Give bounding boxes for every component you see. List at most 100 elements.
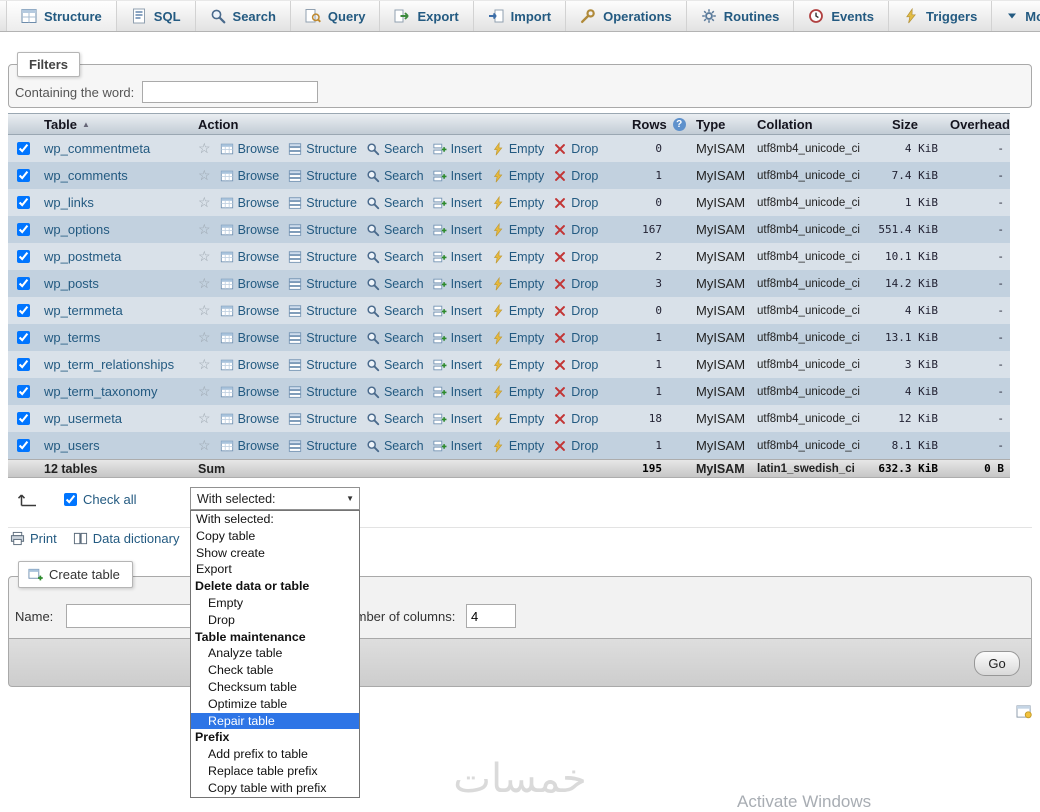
row-checkbox[interactable]	[17, 385, 30, 398]
popup-window-icon[interactable]	[1016, 704, 1033, 719]
row-checkbox[interactable]	[17, 304, 30, 317]
action-insert-link[interactable]: Insert	[433, 142, 482, 156]
action-browse-link[interactable]: Browse	[220, 223, 280, 237]
action-insert-link[interactable]: Insert	[433, 331, 482, 345]
action-insert-link[interactable]: Insert	[433, 358, 482, 372]
action-search-link[interactable]: Search	[366, 385, 424, 399]
action-drop-link[interactable]: Drop	[553, 412, 598, 426]
action-structure-link[interactable]: Structure	[288, 358, 357, 372]
row-checkbox[interactable]	[17, 169, 30, 182]
action-drop-link[interactable]: Drop	[553, 358, 598, 372]
dropdown-option[interactable]: Check table	[191, 662, 359, 679]
action-search-link[interactable]: Search	[366, 250, 424, 264]
action-empty-link[interactable]: Empty	[491, 277, 544, 291]
tab-structure[interactable]: Structure	[6, 1, 117, 31]
action-search-link[interactable]: Search	[366, 412, 424, 426]
table-name-link[interactable]: wp_term_relationships	[44, 357, 174, 372]
table-name-link[interactable]: wp_postmeta	[44, 249, 121, 264]
favorite-star-icon[interactable]: ☆	[198, 410, 211, 427]
dropdown-option[interactable]: Empty	[191, 595, 359, 612]
favorite-star-icon[interactable]: ☆	[198, 275, 211, 292]
table-name-link[interactable]: wp_terms	[44, 330, 100, 345]
dropdown-option[interactable]: Checksum table	[191, 679, 359, 696]
tab-triggers[interactable]: Triggers	[889, 1, 992, 31]
tab-search[interactable]: Search	[196, 1, 291, 31]
tab-routines[interactable]: Routines	[687, 1, 795, 31]
tab-query[interactable]: Query	[291, 1, 381, 31]
action-browse-link[interactable]: Browse	[220, 304, 280, 318]
action-drop-link[interactable]: Drop	[553, 439, 598, 453]
dropdown-option[interactable]: Copy table with prefix	[191, 780, 359, 797]
action-empty-link[interactable]: Empty	[491, 385, 544, 399]
favorite-star-icon[interactable]: ☆	[198, 194, 211, 211]
action-structure-link[interactable]: Structure	[288, 223, 357, 237]
action-structure-link[interactable]: Structure	[288, 412, 357, 426]
table-name-link[interactable]: wp_posts	[44, 276, 99, 291]
action-insert-link[interactable]: Insert	[433, 304, 482, 318]
dropdown-option[interactable]: Prefix	[191, 729, 359, 746]
action-structure-link[interactable]: Structure	[288, 304, 357, 318]
action-drop-link[interactable]: Drop	[553, 196, 598, 210]
action-drop-link[interactable]: Drop	[553, 223, 598, 237]
row-checkbox[interactable]	[17, 223, 30, 236]
containing-word-input[interactable]	[142, 81, 318, 103]
action-browse-link[interactable]: Browse	[220, 331, 280, 345]
columns-count-input[interactable]	[466, 604, 516, 628]
col-header-rows[interactable]: Rows	[632, 117, 667, 132]
action-empty-link[interactable]: Empty	[491, 304, 544, 318]
favorite-star-icon[interactable]: ☆	[198, 302, 211, 319]
data-dictionary-link[interactable]: Data dictionary	[73, 531, 180, 546]
go-button[interactable]: Go	[974, 651, 1020, 676]
favorite-star-icon[interactable]: ☆	[198, 221, 211, 238]
action-structure-link[interactable]: Structure	[288, 439, 357, 453]
row-checkbox[interactable]	[17, 277, 30, 290]
table-name-link[interactable]: wp_options	[44, 222, 110, 237]
row-checkbox[interactable]	[17, 358, 30, 371]
action-structure-link[interactable]: Structure	[288, 142, 357, 156]
action-structure-link[interactable]: Structure	[288, 331, 357, 345]
action-structure-link[interactable]: Structure	[288, 169, 357, 183]
action-search-link[interactable]: Search	[366, 277, 424, 291]
action-search-link[interactable]: Search	[366, 169, 424, 183]
row-checkbox[interactable]	[17, 439, 30, 452]
action-browse-link[interactable]: Browse	[220, 358, 280, 372]
action-search-link[interactable]: Search	[366, 304, 424, 318]
action-search-link[interactable]: Search	[366, 331, 424, 345]
action-drop-link[interactable]: Drop	[553, 277, 598, 291]
action-empty-link[interactable]: Empty	[491, 412, 544, 426]
action-structure-link[interactable]: Structure	[288, 385, 357, 399]
action-search-link[interactable]: Search	[366, 439, 424, 453]
check-all-checkbox[interactable]	[64, 493, 77, 506]
action-empty-link[interactable]: Empty	[491, 331, 544, 345]
action-drop-link[interactable]: Drop	[553, 304, 598, 318]
action-drop-link[interactable]: Drop	[553, 385, 598, 399]
action-search-link[interactable]: Search	[366, 142, 424, 156]
table-name-link[interactable]: wp_comments	[44, 168, 128, 183]
favorite-star-icon[interactable]: ☆	[198, 329, 211, 346]
col-header-size[interactable]: Size	[888, 117, 948, 132]
action-insert-link[interactable]: Insert	[433, 223, 482, 237]
table-name-link[interactable]: wp_commentmeta	[44, 141, 150, 156]
action-empty-link[interactable]: Empty	[491, 439, 544, 453]
action-browse-link[interactable]: Browse	[220, 277, 280, 291]
row-checkbox[interactable]	[17, 412, 30, 425]
tab-import[interactable]: Import	[474, 1, 566, 31]
row-checkbox[interactable]	[17, 250, 30, 263]
row-checkbox[interactable]	[17, 142, 30, 155]
action-structure-link[interactable]: Structure	[288, 196, 357, 210]
dropdown-option[interactable]: Repair table	[191, 713, 359, 730]
action-browse-link[interactable]: Browse	[220, 412, 280, 426]
action-empty-link[interactable]: Empty	[491, 169, 544, 183]
action-insert-link[interactable]: Insert	[433, 412, 482, 426]
row-checkbox[interactable]	[17, 196, 30, 209]
action-empty-link[interactable]: Empty	[491, 223, 544, 237]
col-header-table[interactable]: Table	[44, 117, 77, 132]
col-header-overhead[interactable]: Overhead	[948, 117, 1010, 132]
action-search-link[interactable]: Search	[366, 196, 424, 210]
table-name-link[interactable]: wp_termmeta	[44, 303, 123, 318]
print-link[interactable]: Print	[10, 531, 57, 546]
dropdown-option[interactable]: Delete data or table	[191, 578, 359, 595]
action-browse-link[interactable]: Browse	[220, 439, 280, 453]
dropdown-option[interactable]: Table maintenance	[191, 629, 359, 646]
tab-operations[interactable]: Operations	[566, 1, 687, 31]
